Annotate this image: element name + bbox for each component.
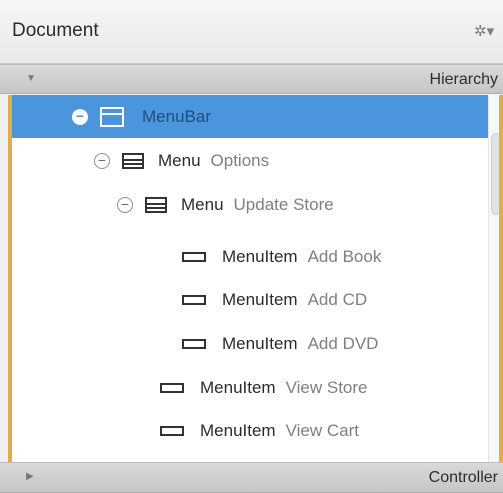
- menuitem-icon: [182, 338, 206, 349]
- node-type: MenuItem: [200, 420, 276, 440]
- controller-section-header[interactable]: ▶ Controller: [0, 462, 503, 493]
- node-name: Update Store: [233, 194, 334, 214]
- hierarchy-label: Hierarchy: [429, 71, 498, 88]
- menuitem-icon: [182, 251, 206, 262]
- menubar-icon: [100, 106, 124, 127]
- document-header: Document ✲▾: [0, 0, 503, 64]
- node-type: Menu: [181, 194, 224, 214]
- hierarchy-tree[interactable]: − MenuBar − Menu Options − Menu Update S…: [8, 95, 503, 462]
- collapse-icon[interactable]: −: [72, 108, 88, 125]
- node-type: MenuItem: [200, 377, 276, 397]
- menuitem-icon: [182, 294, 206, 305]
- disclosure-down-icon[interactable]: ▼: [26, 73, 36, 84]
- tree-row-menuitem-add-dvd[interactable]: MenuItem Add DVD: [12, 322, 488, 365]
- node-name: Options: [210, 150, 270, 170]
- collapse-icon[interactable]: −: [117, 196, 133, 213]
- scrollbar-thumb[interactable]: [491, 133, 499, 215]
- node-name: View Cart: [285, 420, 359, 440]
- node-type: MenuBar: [142, 106, 211, 126]
- tree-row-menuitem-view-cart[interactable]: MenuItem View Cart: [12, 409, 488, 452]
- tree-row-menuitem-add-book[interactable]: MenuItem Add Book: [12, 235, 488, 278]
- node-name: Add DVD: [307, 333, 379, 353]
- menuitem-icon: [160, 382, 184, 393]
- tree-row-menu-update-store[interactable]: − Menu Update Store: [12, 183, 488, 226]
- tree-row-menuitem-view-store[interactable]: MenuItem View Store: [12, 366, 488, 409]
- node-type: Menu: [158, 150, 201, 170]
- hierarchy-section-header[interactable]: ▼ Hierarchy: [0, 64, 503, 94]
- node-type: MenuItem: [222, 289, 298, 309]
- tree-row-menuitem-add-cd[interactable]: MenuItem Add CD: [12, 278, 488, 321]
- node-name: Add CD: [307, 289, 368, 309]
- vertical-scrollbar[interactable]: [488, 95, 499, 462]
- menu-icon: [145, 196, 167, 213]
- node-name: Add Book: [307, 246, 382, 266]
- node-name: View Store: [285, 377, 368, 397]
- menu-icon: [122, 152, 144, 169]
- gear-icon[interactable]: ✲▾: [474, 22, 494, 40]
- tree-row-menubar[interactable]: − MenuBar: [12, 95, 488, 138]
- node-type: MenuItem: [222, 246, 298, 266]
- node-type: MenuItem: [222, 333, 298, 353]
- menuitem-icon: [160, 425, 184, 436]
- controller-label: Controller: [428, 469, 498, 486]
- collapse-icon[interactable]: −: [94, 152, 110, 169]
- tree-row-menu-options[interactable]: − Menu Options: [12, 139, 488, 182]
- document-title: Document: [12, 20, 99, 41]
- disclosure-right-icon[interactable]: ▶: [26, 471, 34, 482]
